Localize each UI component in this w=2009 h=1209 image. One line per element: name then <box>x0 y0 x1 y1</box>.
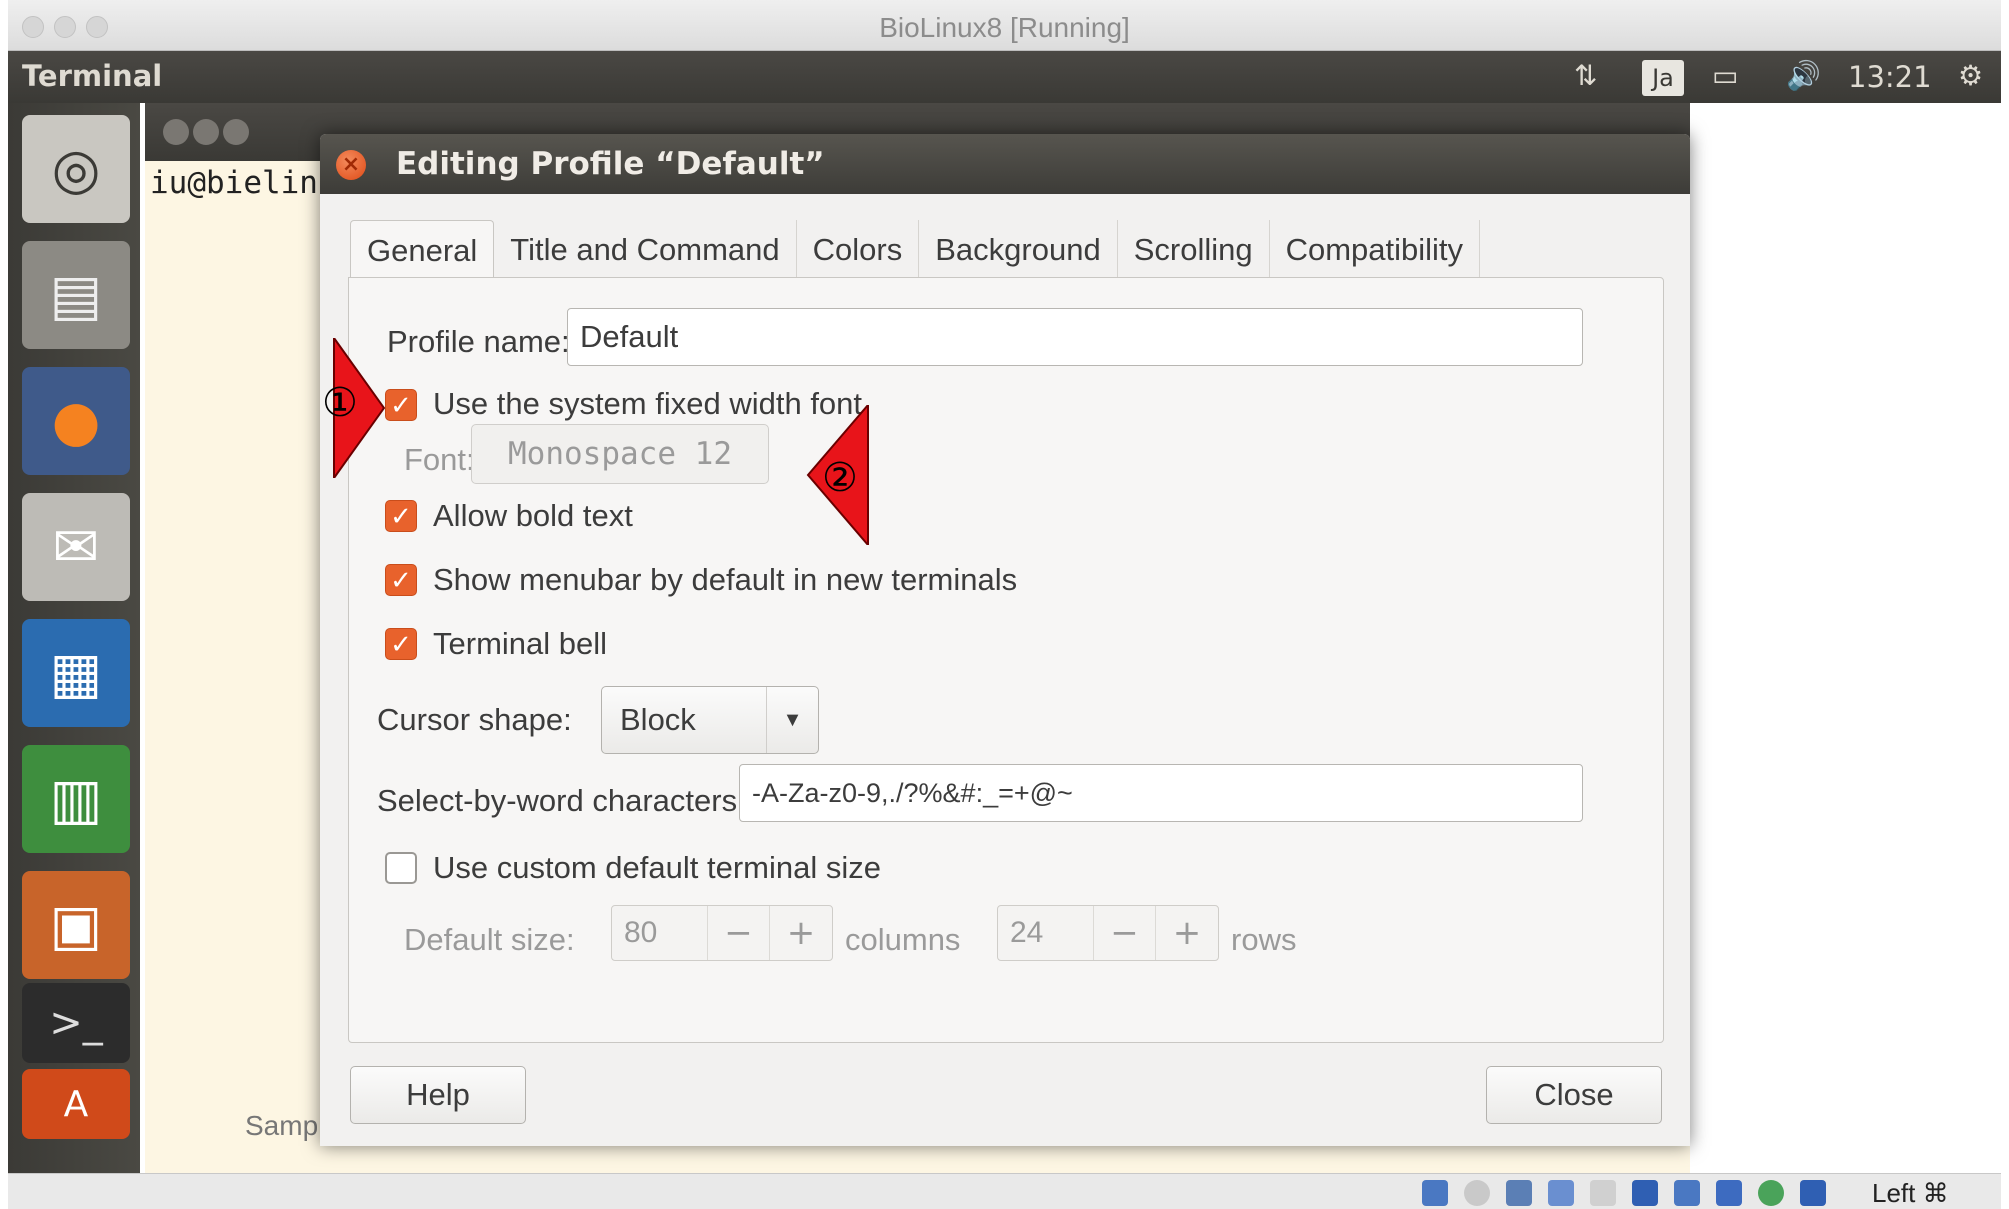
tab-compatibility[interactable]: Compatibility <box>1270 220 1481 280</box>
dialog-titlebar: × Editing Profile “Default” <box>320 134 1690 194</box>
keyboard-layout-indicator[interactable]: Ja <box>1642 60 1684 96</box>
host-window-titlebar: BioLinux8 [Running] <box>8 0 2001 51</box>
terminal-prompt: iu@bielin <box>150 165 318 201</box>
hard-disk-icon[interactable] <box>1422 1180 1448 1206</box>
show-menubar-label: Show menubar by default in new terminals <box>433 562 1018 597</box>
firefox-icon[interactable]: ● <box>22 367 130 475</box>
impress-icon[interactable]: ▣ <box>22 871 130 979</box>
display-icon[interactable] <box>1632 1180 1658 1206</box>
general-tab-panel: Profile name: Default ✓ Use the system f… <box>348 277 1664 1043</box>
writer-icon[interactable]: ▦ <box>22 619 130 727</box>
floppy-icon[interactable] <box>1506 1180 1532 1206</box>
font-picker-button[interactable]: Monospace 12 <box>471 424 769 484</box>
shared-folder-icon[interactable] <box>1758 1180 1784 1206</box>
columns-spinbutton[interactable]: 80 − + <box>611 905 833 961</box>
rows-increment-button[interactable]: + <box>1156 906 1218 960</box>
active-app-name: Terminal <box>22 59 163 93</box>
rows-label: rows <box>1231 922 1297 957</box>
help-button[interactable]: Help <box>350 1066 526 1124</box>
columns-decrement-button[interactable]: − <box>708 906 770 960</box>
custom-size-label: Use custom default terminal size <box>433 850 881 885</box>
profile-name-field[interactable]: Default <box>567 308 1583 366</box>
chevron-down-icon: ▼ <box>766 687 818 753</box>
tab-title-and-command[interactable]: Title and Command <box>494 220 797 280</box>
terminal-bell-label: Terminal bell <box>433 626 608 661</box>
select-by-word-field[interactable]: -A-Za-z0-9,./?%&#:_=+@~ <box>739 764 1583 822</box>
clock[interactable]: 13:21 <box>1848 60 1932 94</box>
use-system-font-checkbox[interactable]: ✓ <box>385 389 417 421</box>
terminal-minimize-button[interactable] <box>193 119 219 145</box>
terminal-sample-text: Samp <box>245 1110 319 1141</box>
host-window-title: BioLinux8 [Running] <box>879 12 1130 43</box>
rows-decrement-button[interactable]: − <box>1094 906 1156 960</box>
host-key-indicator: Left ⌘ <box>1872 1178 1949 1208</box>
network-icon[interactable]: ⇅ <box>1574 59 1597 92</box>
optical-drive-icon[interactable] <box>1464 1180 1490 1206</box>
ubuntu-top-panel: Terminal ⇅ Ja ▭ 🔊 13:21 ⚙ <box>8 51 2001 103</box>
usb-icon[interactable] <box>1716 1180 1742 1206</box>
mail-icon[interactable]: ✉ <box>22 493 130 601</box>
launcher: ◎ ▤ ● ✉ ▦ ▥ ▣ >_ A <box>8 103 140 1173</box>
calc-icon[interactable]: ▥ <box>22 745 130 853</box>
rows-value[interactable]: 24 <box>998 906 1094 960</box>
editing-profile-dialog: × Editing Profile “Default” General Titl… <box>320 134 1690 1146</box>
profile-name-label: Profile name: <box>387 324 570 359</box>
files-icon[interactable]: ▤ <box>22 241 130 349</box>
allow-bold-checkbox[interactable]: ✓ <box>385 500 417 532</box>
dialog-title: Editing Profile “Default” <box>396 146 825 182</box>
annotation-marker-2: ② <box>822 455 858 501</box>
font-label: Font: <box>404 442 475 477</box>
use-system-font-label: Use the system fixed width font <box>433 386 863 421</box>
pencil-icon[interactable] <box>1548 1180 1574 1206</box>
terminal-bell-checkbox[interactable]: ✓ <box>385 628 417 660</box>
annotation-marker-1: ① <box>322 380 358 426</box>
gear-icon[interactable]: ⚙ <box>1958 59 1983 92</box>
rows-spinbutton[interactable]: 24 − + <box>997 905 1219 961</box>
battery-icon[interactable]: ▭ <box>1712 59 1738 92</box>
terminal-icon[interactable]: >_ <box>22 983 130 1063</box>
download-icon[interactable] <box>1800 1180 1826 1206</box>
close-button[interactable]: Close <box>1486 1066 1662 1124</box>
close-icon[interactable]: × <box>336 150 366 180</box>
ubuntu-dash-icon[interactable]: ◎ <box>22 115 130 223</box>
virtualbox-status-bar: Left ⌘ <box>8 1173 2001 1209</box>
volume-icon[interactable]: 🔊 <box>1786 59 1821 92</box>
tab-colors[interactable]: Colors <box>797 220 920 280</box>
columns-label: columns <box>845 922 961 957</box>
audio-icon[interactable] <box>1590 1180 1616 1206</box>
network-adapter-icon[interactable] <box>1674 1180 1700 1206</box>
select-by-word-label: Select-by-word characters: <box>377 783 746 818</box>
profile-tabs: General Title and Command Colors Backgro… <box>350 220 1481 280</box>
tab-scrolling[interactable]: Scrolling <box>1118 220 1270 280</box>
terminal-maximize-button[interactable] <box>223 119 249 145</box>
cursor-shape-value: Block <box>620 702 696 737</box>
tab-general[interactable]: General <box>350 220 495 280</box>
tab-background[interactable]: Background <box>919 220 1118 280</box>
cursor-shape-label: Cursor shape: <box>377 702 572 737</box>
software-center-icon[interactable]: A <box>22 1069 130 1139</box>
custom-size-checkbox[interactable] <box>385 852 417 884</box>
default-size-label: Default size: <box>404 922 575 957</box>
columns-value[interactable]: 80 <box>612 906 708 960</box>
terminal-close-button[interactable] <box>163 119 189 145</box>
columns-increment-button[interactable]: + <box>770 906 832 960</box>
cursor-shape-dropdown[interactable]: Block ▼ <box>601 686 819 754</box>
show-menubar-checkbox[interactable]: ✓ <box>385 564 417 596</box>
allow-bold-label: Allow bold text <box>433 498 633 533</box>
